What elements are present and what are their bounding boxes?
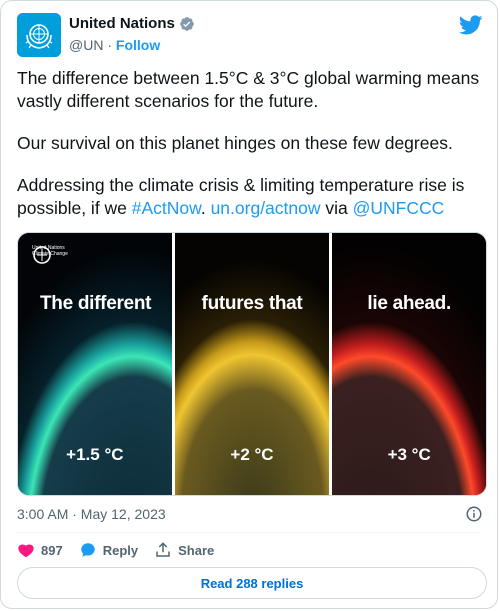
- url-link[interactable]: un.org/actnow: [211, 198, 321, 218]
- divider: [17, 532, 481, 533]
- like-count: 897: [41, 542, 63, 558]
- follow-button[interactable]: Follow: [116, 37, 160, 53]
- name-row: United Nations: [69, 15, 195, 32]
- un-climate-icon: [33, 246, 51, 264]
- tweet-card: United Nations @UN · Follow The differen…: [0, 0, 498, 609]
- un-emblem-icon: [17, 13, 61, 57]
- panel-temperature: +3 °C: [387, 445, 431, 464]
- mention-link[interactable]: @UNFCCC: [353, 198, 445, 218]
- un-climate-logo: United Nations Climate Change: [32, 245, 68, 264]
- read-replies-button[interactable]: Read 288 replies: [17, 567, 487, 599]
- verified-badge-icon: [180, 16, 194, 31]
- media-image[interactable]: United Nations Climate Change The differ…: [17, 232, 487, 496]
- tweet-timestamp[interactable]: 3:00 AM · May 12, 2023: [17, 506, 166, 522]
- tweet-paragraph-3: Addressing the climate crisis & limiting…: [17, 174, 487, 220]
- reply-bubble-icon: [80, 543, 95, 557]
- heart-icon: [18, 544, 34, 558]
- share-button[interactable]: Share: [154, 541, 214, 559]
- handle-row: @UN · Follow: [69, 37, 160, 53]
- share-icon: [156, 542, 170, 557]
- media-panel-2: futures that +2 °C: [174, 233, 330, 495]
- panel-caption: futures that: [201, 293, 303, 314]
- media-panel-3: lie ahead. +3 °C: [332, 233, 486, 495]
- panel-temperature: +2 °C: [230, 445, 274, 464]
- info-icon[interactable]: [465, 505, 483, 523]
- reply-label: Reply: [102, 542, 139, 558]
- action-bar: 897 Reply Share: [17, 540, 230, 560]
- display-name[interactable]: United Nations: [69, 15, 175, 32]
- panel-caption: lie ahead.: [367, 293, 451, 314]
- period-text: .: [200, 198, 211, 218]
- twitter-bird-icon[interactable]: [459, 13, 483, 37]
- media-panel-1: United Nations Climate Change The differ…: [18, 233, 172, 495]
- panel-caption: The different: [40, 293, 152, 314]
- hashtag-link[interactable]: #ActNow: [132, 198, 201, 218]
- panel-temperature: +1.5 °C: [66, 445, 124, 464]
- separator: ·: [107, 37, 112, 53]
- tweet-text: The difference between 1.5°C & 3°C globa…: [17, 67, 487, 220]
- share-label: Share: [178, 542, 215, 558]
- tweet-paragraph-1: The difference between 1.5°C & 3°C globa…: [17, 68, 480, 111]
- like-button[interactable]: 897: [17, 541, 63, 559]
- handle[interactable]: @UN: [69, 37, 103, 53]
- via-text: via: [320, 198, 353, 218]
- avatar[interactable]: [17, 13, 61, 57]
- tweet-paragraph-2: Our survival on this planet hinges on th…: [17, 133, 453, 153]
- reply-button[interactable]: Reply: [79, 541, 138, 559]
